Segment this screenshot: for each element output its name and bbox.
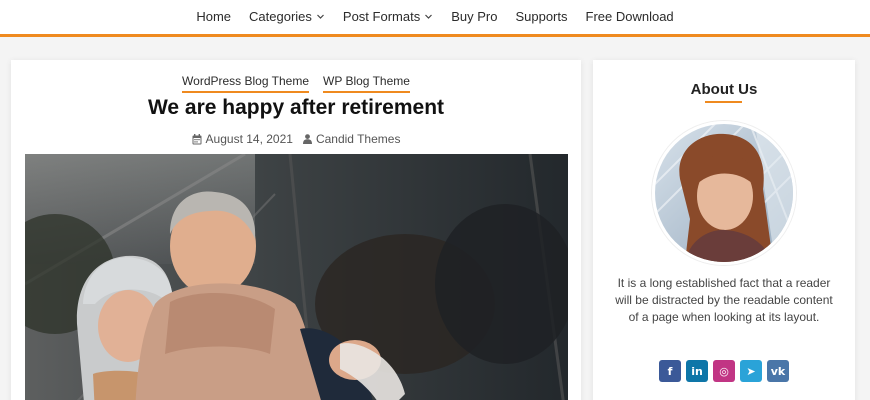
- post-featured-image[interactable]: [25, 154, 568, 400]
- telegram-icon[interactable]: ➤: [740, 360, 762, 382]
- nav-item-label: Home: [196, 8, 232, 24]
- nav-item-free-download[interactable]: Free Download: [577, 9, 683, 24]
- nav-item-label: Buy Pro: [451, 8, 498, 24]
- category-link[interactable]: WP Blog Theme: [323, 74, 410, 93]
- nav-item-buy-pro[interactable]: Buy Pro: [442, 9, 506, 24]
- widget-title: About Us: [690, 81, 758, 98]
- post-meta: August 14, 2021 Candid Themes: [11, 132, 581, 146]
- widget-title-underline: [705, 101, 742, 103]
- nav-item-supports[interactable]: Supports: [506, 9, 576, 24]
- nav-item-label: Supports: [515, 8, 568, 24]
- chevron-down-icon: [316, 12, 325, 21]
- post-card: WordPress Blog Theme WP Blog Theme We ar…: [11, 60, 581, 400]
- post-categories: WordPress Blog Theme WP Blog Theme: [11, 74, 581, 93]
- linkedin-icon[interactable]: in: [686, 360, 708, 382]
- post-date[interactable]: August 14, 2021: [192, 132, 293, 146]
- nav-item-label: Post Formats: [342, 8, 421, 24]
- nav-item-categories[interactable]: Categories: [240, 9, 334, 24]
- nav-item-label: Categories: [249, 8, 312, 24]
- category-link[interactable]: WordPress Blog Theme: [182, 74, 309, 93]
- user-icon: [302, 134, 312, 144]
- vk-icon[interactable]: vk: [767, 360, 789, 382]
- post-author-name: Candid Themes: [315, 132, 401, 146]
- calendar-icon: [192, 133, 202, 145]
- header-accent-divider: [0, 34, 870, 37]
- nav-item-post-formats[interactable]: Post Formats: [334, 9, 442, 24]
- post-title[interactable]: We are happy after retirement: [11, 96, 581, 120]
- facebook-icon[interactable]: f: [659, 360, 681, 382]
- post-author[interactable]: Candid Themes: [302, 132, 401, 146]
- about-description: It is a long established fact that a rea…: [615, 276, 833, 324]
- header: Home Categories Post Formats Buy Pro Sup…: [0, 0, 870, 34]
- sidebar-about-widget: About Us It is a long established fact t…: [593, 60, 855, 400]
- nav-item-label: Free Download: [585, 8, 674, 24]
- social-links: f in ◎ ➤ vk: [593, 360, 855, 382]
- chevron-down-icon: [424, 12, 433, 21]
- main-navigation: Home Categories Post Formats Buy Pro Sup…: [0, 0, 870, 32]
- instagram-icon[interactable]: ◎: [713, 360, 735, 382]
- about-avatar: [652, 121, 796, 265]
- post-date-text: August 14, 2021: [205, 132, 293, 146]
- nav-item-home[interactable]: Home: [187, 9, 240, 24]
